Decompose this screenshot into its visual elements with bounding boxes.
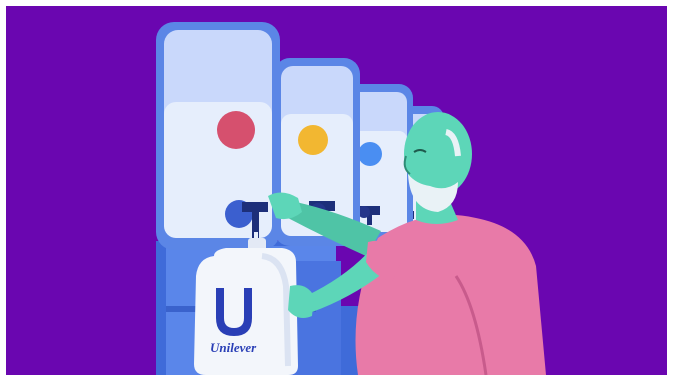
- dispenser-tank-1: [156, 22, 280, 250]
- unilever-logo-text: Unilever: [210, 340, 257, 355]
- shirt: [355, 214, 546, 375]
- illustration-scene: Unilever: [6, 6, 667, 375]
